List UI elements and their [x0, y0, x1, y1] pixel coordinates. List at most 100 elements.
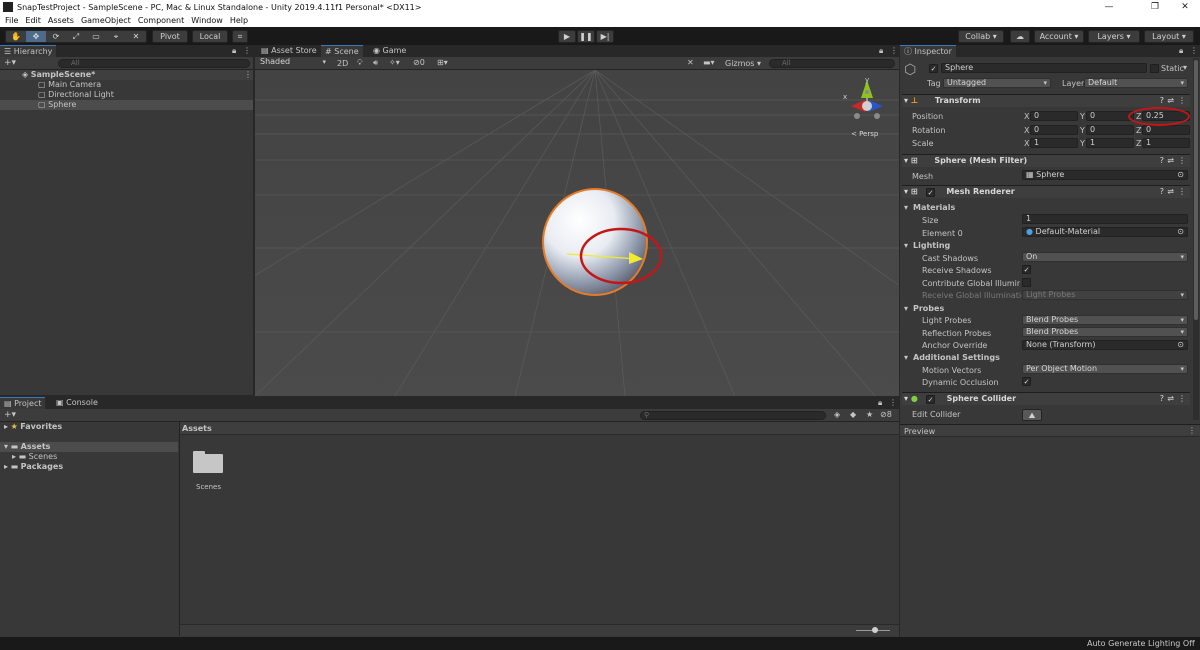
minimize-button[interactable]: — — [1094, 0, 1124, 14]
custom-tool-icon[interactable]: ✕ — [126, 31, 146, 42]
sphere-object[interactable] — [542, 188, 648, 296]
probes-foldout[interactable]: ▾ Probes — [904, 304, 944, 313]
lock-icon[interactable]: 🔒︎ — [879, 46, 883, 56]
mesh-renderer-header[interactable]: ▾ ⊞ ✓ Mesh Renderer ? ⇌ ⋮ — [902, 185, 1190, 198]
reflection-probes-dropdown[interactable]: Blend Probes — [1022, 327, 1188, 337]
rotation-x-field[interactable]: 0 — [1030, 125, 1078, 135]
dynamic-occlusion-checkbox[interactable]: ✓ — [1022, 377, 1031, 386]
receive-shadows-checkbox[interactable]: ✓ — [1022, 265, 1031, 274]
transform-tool-icon[interactable]: ⌖ — [106, 31, 126, 42]
favorite-icon[interactable]: ★ — [866, 410, 873, 419]
add-icon[interactable]: +▾ — [4, 58, 16, 68]
rect-tool-icon[interactable]: ▭ — [86, 31, 106, 42]
help-icon[interactable]: ? — [1160, 95, 1164, 107]
effects-dropdown-icon[interactable]: ✧▾ — [389, 58, 400, 67]
material-element0-field[interactable]: ● Default-Material ⊙ — [1022, 227, 1188, 237]
scene-viewport[interactable]: y x < Persp — [255, 70, 899, 396]
presets-icon[interactable]: ⇌ — [1167, 186, 1174, 198]
rotation-z-field[interactable]: 0 — [1142, 125, 1190, 135]
position-x-field[interactable]: 0 — [1030, 111, 1078, 121]
object-picker-icon[interactable]: ⊙ — [1177, 228, 1184, 236]
hand-tool-icon[interactable]: ✋ — [6, 31, 26, 42]
lock-icon[interactable]: 🔒︎ — [1179, 46, 1183, 56]
menu-help[interactable]: Help — [230, 16, 248, 25]
component-menu-icon[interactable]: ⋮ — [1178, 155, 1186, 167]
tab-project[interactable]: ▤ Project — [0, 397, 46, 409]
project-search-input[interactable]: ⚲ — [640, 411, 826, 420]
gizmos-dropdown[interactable]: Gizmos ▾ — [725, 59, 761, 68]
lock-icon[interactable]: 🔒︎ — [232, 46, 236, 56]
cloud-icon[interactable]: ☁ — [1010, 30, 1030, 43]
pivot-toggle[interactable]: Pivot — [152, 30, 188, 43]
presets-icon[interactable]: ⇌ — [1167, 393, 1174, 405]
collab-dropdown[interactable]: Collab ▾ — [958, 30, 1004, 43]
scenes-folder-item[interactable] — [193, 449, 223, 473]
layers-dropdown[interactable]: Layers ▾ — [1088, 30, 1140, 43]
scale-x-field[interactable]: 1 — [1030, 138, 1078, 148]
hierarchy-search-input[interactable]: All — [58, 59, 250, 68]
sphere-collider-header[interactable]: ▾ ● ✓ Sphere Collider ? ⇌ ⋮ — [902, 392, 1190, 405]
tab-console[interactable]: ▣ Console — [52, 397, 102, 409]
lighting-foldout[interactable]: ▾ Lighting — [904, 241, 950, 250]
add-icon[interactable]: +▾ — [4, 410, 16, 420]
tag-dropdown[interactable]: Untagged — [943, 78, 1051, 88]
hierarchy-item-main-camera[interactable]: ▢ Main Camera — [0, 80, 253, 90]
tools-icon[interactable]: ✕ — [687, 58, 694, 67]
camera-icon[interactable]: ▬▾ — [703, 58, 715, 67]
hierarchy-item-sphere[interactable]: ▢ Sphere — [0, 100, 253, 110]
component-menu-icon[interactable]: ⋮ — [1178, 393, 1186, 405]
scale-z-field[interactable]: 1 — [1142, 138, 1190, 148]
menu-file[interactable]: File — [5, 16, 18, 25]
breadcrumb-assets[interactable]: Assets — [182, 424, 212, 433]
scene-menu-icon[interactable]: ⋮ — [244, 70, 252, 80]
help-icon[interactable]: ? — [1160, 155, 1164, 167]
preview-menu-icon[interactable]: ⋮ — [1188, 426, 1196, 435]
object-picker-icon[interactable]: ⊙ — [1177, 171, 1184, 179]
menu-component[interactable]: Component — [138, 16, 184, 25]
pause-button[interactable]: ❚❚ — [577, 30, 595, 43]
kebab-menu-icon[interactable]: ⋮ — [890, 46, 898, 55]
scale-y-field[interactable]: 1 — [1086, 138, 1134, 148]
project-favorites[interactable]: ▸ ★ Favorites — [0, 422, 62, 432]
scrollbar-thumb[interactable] — [1194, 60, 1198, 320]
help-icon[interactable]: ? — [1160, 186, 1164, 198]
hidden-packages-icon[interactable]: ⊘8 — [880, 410, 892, 419]
step-button[interactable]: ▶| — [596, 30, 614, 43]
grid-toggle-icon[interactable]: ⊞▾ — [437, 58, 448, 67]
project-packages-folder[interactable]: ▸ ▬ Packages — [0, 462, 63, 472]
rotate-tool-icon[interactable]: ⟳ — [46, 31, 66, 42]
rotation-y-field[interactable]: 0 — [1086, 125, 1134, 135]
scene-search-input[interactable]: All — [769, 59, 895, 68]
object-name-field[interactable]: Sphere — [941, 63, 1147, 73]
local-toggle[interactable]: Local — [192, 30, 228, 43]
static-dropdown-icon[interactable]: ▾ — [1183, 63, 1187, 72]
inspector-scrollbar[interactable] — [1193, 58, 1199, 420]
lock-icon[interactable]: 🔒︎ — [878, 398, 882, 408]
tab-asset-store[interactable]: ▤ Asset Store — [257, 45, 321, 57]
maximize-button[interactable]: ❐ — [1140, 0, 1170, 14]
layer-dropdown[interactable]: Default — [1084, 78, 1188, 88]
filter-type-icon[interactable]: ◈ — [834, 410, 840, 419]
contribute-gi-checkbox[interactable] — [1022, 278, 1031, 287]
presets-icon[interactable]: ⇌ — [1167, 155, 1174, 167]
component-menu-icon[interactable]: ⋮ — [1178, 95, 1186, 107]
motion-vectors-dropdown[interactable]: Per Object Motion — [1022, 364, 1188, 374]
2d-toggle[interactable]: 2D — [337, 59, 348, 68]
tab-inspector[interactable]: ⓘ Inspector — [900, 45, 956, 57]
close-button[interactable]: ✕ — [1170, 0, 1200, 14]
menu-assets[interactable]: Assets — [48, 16, 74, 25]
layout-dropdown[interactable]: Layout ▾ — [1144, 30, 1194, 43]
menu-gameobject[interactable]: GameObject — [81, 16, 131, 25]
kebab-menu-icon[interactable]: ⋮ — [243, 46, 251, 55]
filter-label-icon[interactable]: ◆ — [850, 410, 856, 419]
sphere-collider-enabled-checkbox[interactable]: ✓ — [926, 395, 935, 404]
edit-collider-button[interactable]: ⛰ — [1022, 409, 1042, 421]
anchor-override-field[interactable]: None (Transform) ⊙ — [1022, 340, 1188, 350]
audio-toggle-icon[interactable]: 🔊︎ — [373, 58, 378, 68]
position-y-field[interactable]: 0 — [1086, 111, 1134, 121]
hierarchy-item-directional-light[interactable]: ▢ Directional Light — [0, 90, 253, 100]
materials-size-field[interactable]: 1 — [1022, 214, 1188, 224]
cast-shadows-dropdown[interactable]: On — [1022, 252, 1188, 262]
tab-game[interactable]: ◉ Game — [369, 45, 410, 57]
presets-icon[interactable]: ⇌ — [1167, 95, 1174, 107]
